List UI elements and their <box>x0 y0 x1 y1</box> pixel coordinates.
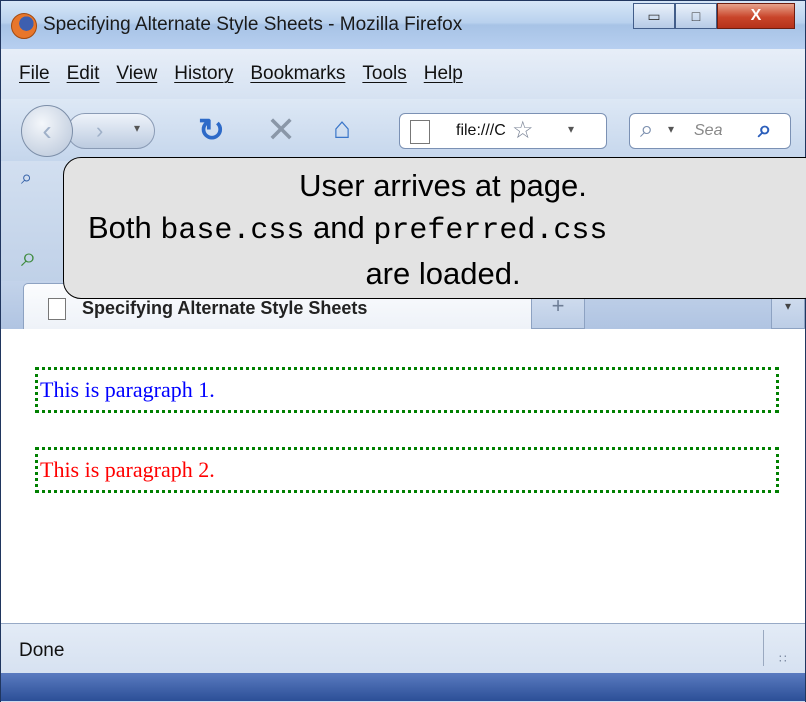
search-icon[interactable]: ⌕ <box>758 116 771 144</box>
status-text: Done <box>19 640 65 661</box>
taskbar-edge <box>1 673 805 701</box>
menu-bookmarks[interactable]: Bookmarks <box>250 63 345 85</box>
status-divider <box>763 630 764 666</box>
navigation-toolbar: › ▾ ‹ ↻ ✕ ⌂ file:///C:/ ☆ ▾ ⌕ ▾ Sea ⌕ <box>1 99 805 161</box>
window-controls: ▭ □ X <box>633 3 795 29</box>
menu-file[interactable]: File <box>19 63 50 85</box>
search-engine-dropdown-icon[interactable]: ▾ <box>668 122 674 136</box>
menu-edit[interactable]: Edit <box>67 63 100 85</box>
menu-history[interactable]: History <box>174 63 233 85</box>
callout-line-3: are loaded. <box>365 256 521 291</box>
window-title: Specifying Alternate Style Sheets - Mozi… <box>43 14 463 35</box>
bookmark-search-icon[interactable]: ⌕ <box>21 167 32 190</box>
minimize-button[interactable]: ▭ <box>633 3 675 29</box>
addon-icon[interactable]: ⌕ <box>21 241 37 274</box>
close-button[interactable]: X <box>717 3 795 29</box>
back-button[interactable]: ‹ <box>21 105 73 157</box>
url-dropdown-icon[interactable]: ▾ <box>568 122 574 136</box>
annotation-callout: User arrives at page. Both base.css and … <box>63 157 806 299</box>
callout-line-1: User arrives at page. <box>299 168 587 203</box>
tab-page-icon <box>48 298 66 320</box>
menu-bar: File Edit View History Bookmarks Tools H… <box>1 49 805 99</box>
paragraph-1: This is paragraph 1. <box>35 367 779 413</box>
resize-grip-icon[interactable]: ∷ <box>779 652 787 666</box>
firefox-logo-icon <box>11 13 37 39</box>
reload-icon[interactable]: ↻ <box>198 111 225 149</box>
callout-line-2: Both base.css and preferred.css <box>64 206 806 253</box>
page-icon <box>410 120 430 144</box>
forward-button[interactable]: › ▾ <box>67 113 155 149</box>
title-bar[interactable]: Specifying Alternate Style Sheets - Mozi… <box>1 1 805 49</box>
paragraph-2: This is paragraph 2. <box>35 447 779 493</box>
page-content: This is paragraph 1. This is paragraph 2… <box>1 329 805 623</box>
bookmark-star-icon[interactable]: ☆ <box>512 116 534 145</box>
callout-and-text: and <box>304 210 374 245</box>
maximize-button[interactable]: □ <box>675 3 717 29</box>
forward-arrow-icon: › <box>96 118 104 143</box>
menu-tools[interactable]: Tools <box>362 63 406 85</box>
home-icon[interactable]: ⌂ <box>333 112 351 146</box>
callout-file-base: base.css <box>160 214 305 248</box>
history-dropdown-icon[interactable]: ▾ <box>134 121 140 135</box>
stop-icon[interactable]: ✕ <box>266 109 296 151</box>
callout-both-text: Both <box>88 210 161 245</box>
menu-help[interactable]: Help <box>424 63 463 85</box>
search-bar[interactable]: ⌕ ▾ Sea ⌕ <box>629 113 791 149</box>
firefox-window: Specifying Alternate Style Sheets - Mozi… <box>0 0 806 702</box>
url-text[interactable]: file:///C:/ <box>456 122 506 140</box>
address-bar[interactable]: file:///C:/ ☆ ▾ <box>399 113 607 149</box>
callout-file-preferred: preferred.css <box>373 214 608 248</box>
back-arrow-icon: ‹ <box>42 115 52 146</box>
menu-view[interactable]: View <box>116 63 157 85</box>
search-engine-icon[interactable]: ⌕ <box>640 116 653 144</box>
search-input[interactable]: Sea <box>694 122 722 140</box>
tab-title: Specifying Alternate Style Sheets <box>82 298 368 318</box>
